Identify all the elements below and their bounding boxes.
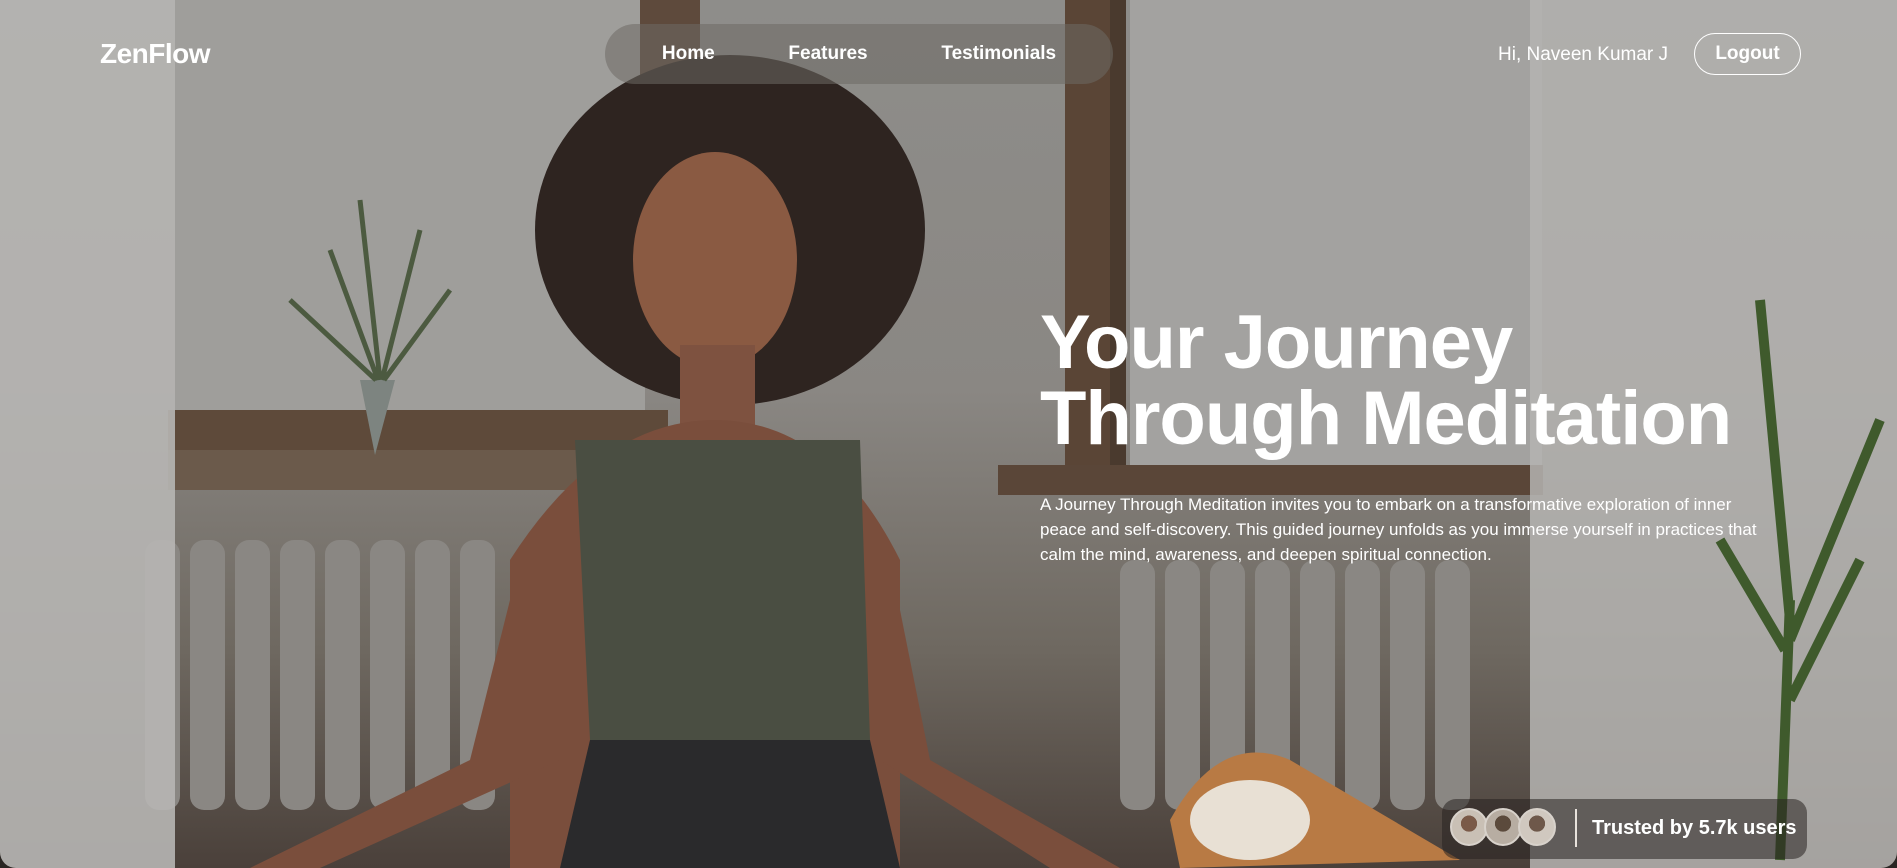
user-avatar-2 bbox=[1484, 808, 1522, 846]
trust-divider bbox=[1575, 809, 1577, 847]
hero-section: ZenFlow Home Features Testimonials Hi, N… bbox=[0, 0, 1897, 868]
nav-home[interactable]: Home bbox=[662, 43, 715, 65]
hero-title-line-2: Through Meditation bbox=[1040, 376, 1732, 461]
user-avatar-3 bbox=[1518, 808, 1556, 846]
user-avatar-1 bbox=[1450, 808, 1488, 846]
hero-description: A Journey Through Meditation invites you… bbox=[1040, 495, 1757, 564]
top-navbar: ZenFlow Home Features Testimonials Hi, N… bbox=[0, 0, 1897, 110]
main-nav: Home Features Testimonials bbox=[605, 24, 1113, 84]
logout-button[interactable]: Logout bbox=[1694, 33, 1801, 75]
user-greeting: Hi, Naveen Kumar J bbox=[1498, 44, 1669, 65]
trust-text: Trusted by 5.7k users bbox=[1592, 817, 1797, 839]
nav-testimonials[interactable]: Testimonials bbox=[941, 43, 1056, 65]
trust-badge: Trusted by 5.7k users bbox=[1442, 799, 1807, 859]
brand-logo[interactable]: ZenFlow bbox=[100, 38, 211, 70]
nav-features[interactable]: Features bbox=[788, 43, 867, 65]
hero-title-line-1: Your Journey bbox=[1040, 300, 1513, 385]
hero-title: Your Journey Through Meditation bbox=[1040, 300, 1732, 461]
